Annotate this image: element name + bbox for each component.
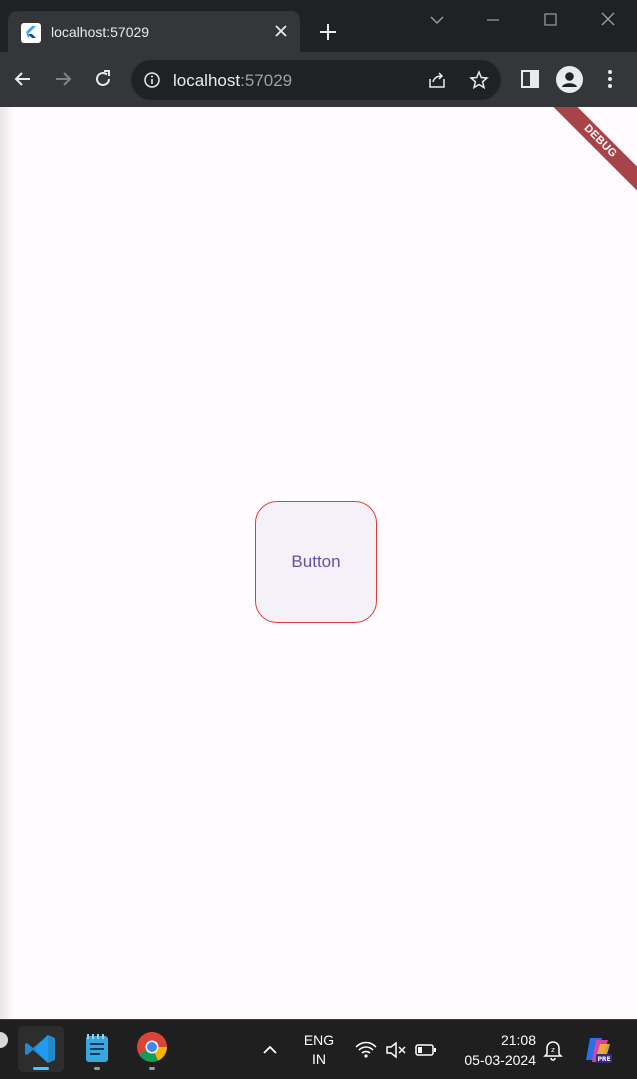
url-port: :57029	[240, 71, 293, 90]
window-close-icon[interactable]	[597, 10, 619, 30]
site-info-icon[interactable]	[143, 71, 161, 89]
side-panel-icon[interactable]	[519, 68, 541, 90]
close-tab-icon[interactable]	[272, 22, 290, 40]
debug-banner: DEBUG	[540, 107, 637, 201]
url-host: localhost	[173, 71, 241, 90]
svg-text:PRE: PRE	[597, 1056, 610, 1063]
flutter-favicon-icon	[21, 23, 41, 43]
back-arrow-icon[interactable]	[12, 68, 34, 90]
wifi-icon[interactable]	[354, 1039, 378, 1061]
copilot-icon[interactable]: PRE	[582, 1034, 614, 1066]
page-edge-shadow	[0, 107, 14, 1019]
bookmark-star-icon[interactable]	[468, 69, 490, 91]
browser-tab[interactable]: localhost:57029	[8, 11, 300, 52]
show-hidden-icons-chevron-icon[interactable]	[260, 1040, 280, 1060]
address-bar[interactable]: localhost:57029	[131, 60, 501, 100]
battery-icon[interactable]	[414, 1039, 438, 1061]
active-app-indicator	[33, 1067, 49, 1070]
maximize-icon[interactable]	[540, 10, 562, 30]
running-app-indicator	[149, 1067, 155, 1070]
chrome-taskbar-icon[interactable]	[129, 1026, 175, 1072]
language-region: IN	[312, 1051, 326, 1067]
web-page: DEBUG Button	[0, 107, 637, 1019]
notepad-taskbar-icon[interactable]	[74, 1026, 120, 1072]
notification-bell-icon[interactable]: z	[542, 1038, 564, 1062]
language-indicator[interactable]: ENG IN	[296, 1031, 342, 1069]
language-code: ENG	[303, 1032, 335, 1048]
svg-text:z: z	[551, 1046, 555, 1054]
system-clock[interactable]: 21:08 05-03-2024	[446, 1030, 536, 1070]
vscode-taskbar-icon[interactable]	[18, 1026, 64, 1072]
running-app-indicator	[94, 1067, 100, 1070]
volume-muted-icon[interactable]	[384, 1039, 408, 1061]
share-icon[interactable]	[427, 70, 447, 90]
browser-toolbar: localhost:57029	[0, 52, 637, 107]
forward-arrow-icon[interactable]	[52, 68, 74, 90]
main-button[interactable]: Button	[255, 501, 377, 623]
tab-search-chevron-icon[interactable]	[426, 10, 448, 30]
new-tab-icon[interactable]	[316, 20, 340, 44]
windows-taskbar: ENG IN 21:08 05-03-2024 z PRE	[0, 1019, 637, 1079]
widget-edge-icon[interactable]	[0, 1032, 8, 1048]
profile-avatar-icon[interactable]	[556, 66, 583, 93]
tab-strip: localhost:57029	[0, 0, 637, 52]
tab-title: localhost:57029	[51, 24, 150, 40]
minimize-icon[interactable]	[482, 10, 504, 30]
clock-date: 05-03-2024	[464, 1052, 536, 1068]
url-text[interactable]: localhost:57029	[173, 71, 292, 91]
more-menu-icon[interactable]	[599, 68, 621, 90]
reload-icon[interactable]	[92, 68, 114, 90]
clock-time: 21:08	[500, 1032, 536, 1048]
